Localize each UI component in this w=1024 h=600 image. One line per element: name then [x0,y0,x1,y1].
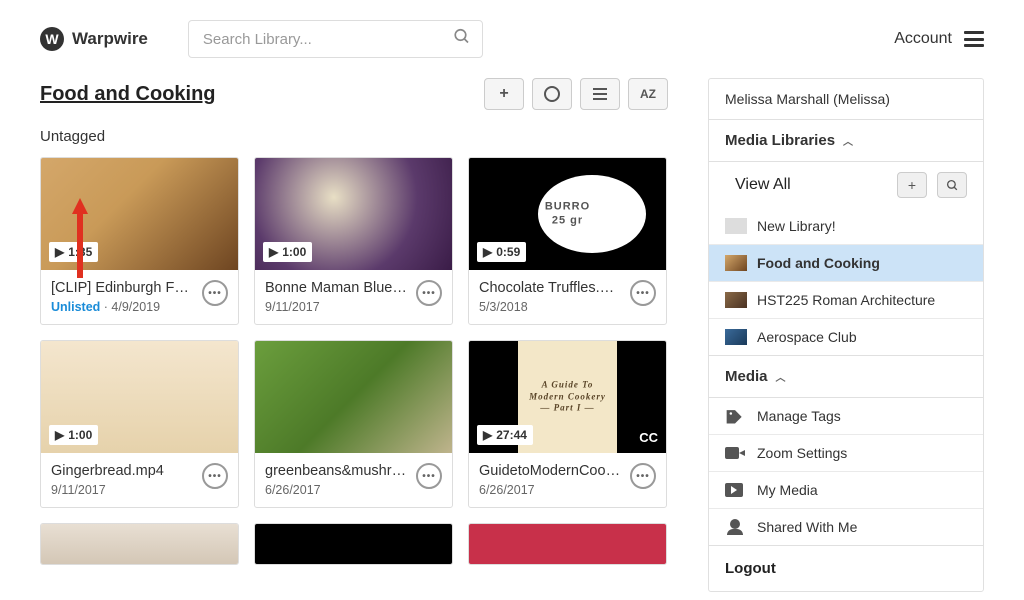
duration-badge: ▶ 0:59 [477,242,526,262]
library-icon [725,218,747,234]
my-media[interactable]: My Media [709,472,983,509]
media-libraries-header[interactable]: Media Libraries ︿ [709,120,983,162]
library-item[interactable]: Food and Cooking [709,245,983,282]
cc-badge: CC [639,430,658,445]
thumbnail: ▶ 1:35 [41,158,238,270]
media-title: greenbeans&mushro… [265,463,410,479]
media-meta: 6/26/2017 [479,483,624,497]
side-panel: Melissa Marshall (Melissa) Media Librari… [708,78,984,592]
media-item-label: Zoom Settings [757,445,847,461]
media-card[interactable]: ▶ 1:00 Gingerbread.mp4 9/11/2017 ••• [40,340,239,508]
section-label: Untagged [40,128,668,145]
chevron-up-icon: ︿ [776,369,786,384]
media-card[interactable] [254,523,453,565]
media-meta: 5/3/2018 [479,300,624,314]
thumbnail [469,524,666,564]
user-label: Melissa Marshall (Melissa) [709,79,983,120]
duration-badge: ▶ 1:35 [49,242,98,262]
more-icon[interactable]: ••• [202,463,228,489]
duration-badge: ▶ 27:44 [477,425,533,445]
media-meta: Unlisted · 4/9/2019 [51,300,196,314]
add-button[interactable]: + [484,78,524,110]
thumbnail: ▶ 1:00 [255,158,452,270]
thumbnail: ▶ 1:00 [41,341,238,453]
search-input[interactable] [188,20,483,58]
viewall-label: View All [735,176,791,194]
record-button[interactable] [532,78,572,110]
media-item-label: Shared With Me [757,519,857,535]
library-label: Aerospace Club [757,329,857,345]
more-icon[interactable]: ••• [630,463,656,489]
media-card[interactable] [40,523,239,565]
media-card[interactable]: A Guide To Modern Cookery — Part I — ▶ 2… [468,340,667,508]
sort-label: AZ [640,87,656,101]
list-view-button[interactable] [580,78,620,110]
sort-button[interactable]: AZ [628,78,668,110]
brand-icon: W [40,27,64,51]
thumb-overlay-text: A Guide To Modern Cookery — Part I — [529,379,606,414]
person-icon [725,519,747,535]
manage-tags[interactable]: Manage Tags [709,398,983,435]
more-icon[interactable]: ••• [630,280,656,306]
thumb-overlay-text: BURRO 25 gr [545,200,590,229]
media-title: Chocolate Truffles.mp4 [479,280,624,296]
library-item[interactable]: HST225 Roman Architecture [709,282,983,319]
media-item-label: Manage Tags [757,408,841,424]
duration-badge: ▶ 1:00 [49,425,98,445]
search-box [188,20,483,58]
thumbnail [41,524,238,564]
media-title: Gingerbread.mp4 [51,463,196,479]
brand-name: Warpwire [72,29,148,49]
library-icon [725,292,747,308]
circle-icon [544,86,560,102]
more-icon[interactable]: ••• [416,280,442,306]
media-title: GuidetoModernCook… [479,463,624,479]
library-item[interactable]: New Library! [709,208,983,245]
tag-icon [725,408,747,424]
media-meta: 9/11/2017 [51,483,196,497]
list-icon [593,88,607,100]
media-section-header[interactable]: Media ︿ [709,356,983,398]
media-title: [CLIP] Edinburgh Fo… [51,280,196,296]
media-card[interactable] [468,523,667,565]
media-card[interactable]: BURRO 25 gr ▶ 0:59 Chocolate Truffles.mp… [468,157,667,325]
camera-icon [725,445,747,461]
shared-with-me[interactable]: Shared With Me [709,509,983,546]
library-label: HST225 Roman Architecture [757,292,935,308]
add-library-button[interactable]: + [897,172,927,198]
media-card[interactable]: ▶ 1:00 Bonne Maman Blueb… 9/11/2017 ••• [254,157,453,325]
search-library-button[interactable] [937,172,967,198]
thumbnail: BURRO 25 gr ▶ 0:59 [469,158,666,270]
account-link[interactable]: Account [894,30,952,48]
page-title[interactable]: Food and Cooking [40,83,216,106]
thumbnail [255,524,452,564]
media-meta: 9/11/2017 [265,300,410,314]
search-icon[interactable] [453,28,471,51]
zoom-settings[interactable]: Zoom Settings [709,435,983,472]
library-label: New Library! [757,218,836,234]
media-title: Bonne Maman Blueb… [265,280,410,296]
library-icon [725,255,747,271]
chevron-up-icon: ︿ [843,133,853,148]
more-icon[interactable]: ••• [416,463,442,489]
library-item[interactable]: Aerospace Club [709,319,983,356]
duration-badge: ▶ 1:00 [263,242,312,262]
media-card[interactable]: ▶ 1:35 [CLIP] Edinburgh Fo… Unlisted · 4… [40,157,239,325]
logout-button[interactable]: Logout [709,546,983,591]
menu-icon[interactable] [964,31,984,47]
thumbnail [255,341,452,453]
media-meta: 6/26/2017 [265,483,410,497]
thumbnail: A Guide To Modern Cookery — Part I — ▶ 2… [469,341,666,453]
brand-logo[interactable]: W Warpwire [40,27,148,51]
play-icon [725,482,747,498]
more-icon[interactable]: ••• [202,280,228,306]
media-card[interactable]: greenbeans&mushro… 6/26/2017 ••• [254,340,453,508]
viewall-row[interactable]: View All + [709,162,983,208]
library-label: Food and Cooking [757,255,880,271]
media-item-label: My Media [757,482,818,498]
library-icon [725,329,747,345]
